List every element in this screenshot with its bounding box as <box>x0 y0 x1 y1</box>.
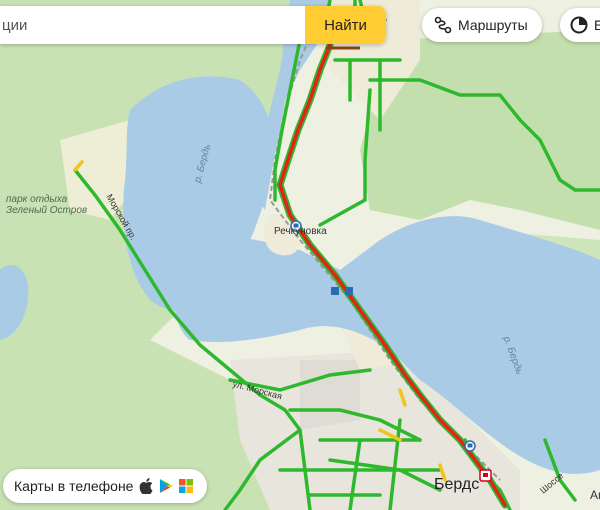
park-label-line1: парк отдыха <box>6 194 68 205</box>
mobile-apps-label: Карты в телефоне <box>14 478 134 494</box>
routes-button[interactable]: Маршруты <box>422 8 542 42</box>
route-icon <box>434 16 452 34</box>
gauge-icon <box>570 16 588 34</box>
district-label: Ап <box>590 488 600 502</box>
map-canvas[interactable] <box>0 0 600 510</box>
train-station-icon <box>464 440 476 452</box>
park-label: парк отдыха Зеленый Остров <box>6 194 87 216</box>
google-play-icon[interactable] <box>159 478 173 494</box>
park-label-line2: Зеленый Остров <box>6 205 88 216</box>
routes-label: Маршруты <box>458 17 528 33</box>
search-box: Найти <box>0 6 386 44</box>
apple-icon[interactable] <box>139 478 153 494</box>
extra-label: Б <box>594 17 600 33</box>
city-label: Бердс <box>434 476 480 493</box>
station-label: Речкуновка <box>274 226 327 237</box>
windows-store-icon[interactable] <box>179 479 194 493</box>
search-input[interactable] <box>0 6 302 44</box>
mobile-apps-badge[interactable]: Карты в телефоне <box>3 469 207 503</box>
extra-button[interactable]: Б <box>560 8 600 42</box>
urban-area <box>300 360 360 430</box>
bus-stop-icon <box>479 469 492 482</box>
find-button[interactable]: Найти <box>305 6 386 44</box>
